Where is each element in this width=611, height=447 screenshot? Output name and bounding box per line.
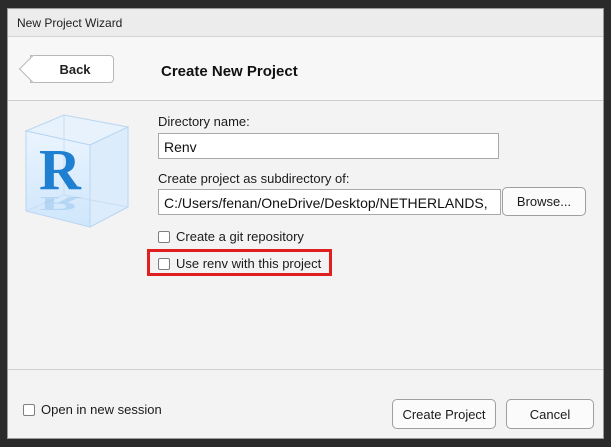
directory-name-label: Directory name: — [158, 114, 250, 129]
git-repository-checkbox[interactable] — [158, 230, 170, 243]
create-project-button[interactable]: Create Project — [392, 399, 496, 429]
footer-divider — [8, 369, 603, 370]
git-repository-option[interactable]: Create a git repository — [158, 229, 304, 244]
cancel-button-label: Cancel — [529, 406, 571, 422]
logo-letter: R — [39, 137, 82, 202]
r-cube-logo-icon: R R — [24, 114, 130, 228]
window-title: New Project Wizard — [17, 16, 123, 30]
create-project-button-label: Create Project — [402, 406, 486, 422]
title-bar: New Project Wizard — [8, 9, 603, 37]
logo-letter-reflection: R — [39, 192, 82, 214]
git-repository-label: Create a git repository — [176, 229, 304, 244]
renv-highlight-box — [147, 249, 332, 276]
open-new-session-label: Open in new session — [41, 402, 162, 417]
wizard-header: Back Create New Project — [8, 37, 603, 101]
browse-button[interactable]: Browse... — [502, 187, 586, 216]
open-new-session-option[interactable]: Open in new session — [23, 402, 162, 417]
cancel-button[interactable]: Cancel — [506, 399, 594, 429]
back-button-label: Back — [59, 61, 91, 77]
subdirectory-label: Create project as subdirectory of: — [158, 171, 350, 186]
browse-button-label: Browse... — [516, 194, 572, 209]
open-new-session-checkbox[interactable] — [23, 403, 35, 416]
subdirectory-path-input[interactable]: C:/Users/fenan/OneDrive/Desktop/NETHERLA… — [158, 189, 501, 215]
new-project-wizard-window: New Project Wizard Back Create New Proje… — [7, 8, 604, 439]
page-title: Create New Project — [161, 63, 298, 80]
back-button[interactable]: Back — [30, 55, 114, 83]
directory-name-input[interactable]: Renv — [158, 133, 499, 159]
